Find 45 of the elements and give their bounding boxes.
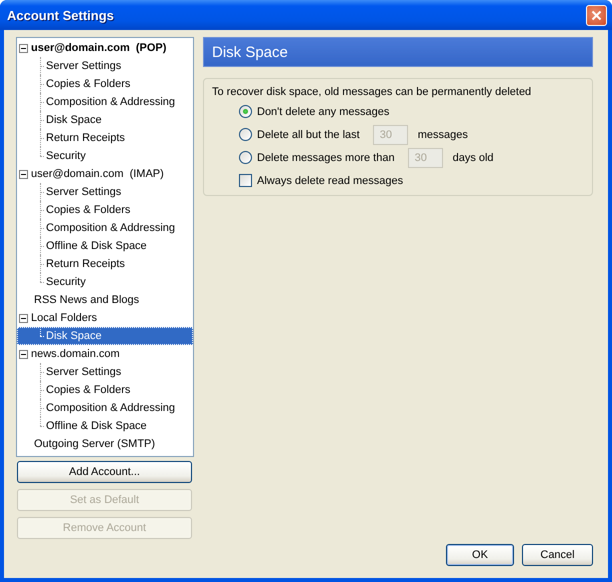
description-text: To recover disk space, old messages can be permanently deleted [212,85,532,100]
tree-item[interactable]: Security [17,273,193,291]
checkbox[interactable] [239,174,252,187]
tree-item[interactable]: Copies & Folders [17,75,193,93]
collapse-icon[interactable] [19,350,28,358]
tree-item[interactable]: Security [17,147,193,165]
tree-item[interactable]: Disk Space [17,111,193,129]
tree-item[interactable]: news.domain.com [17,345,193,363]
radio-button[interactable] [239,128,252,141]
option-label[interactable]: Always delete read messages [257,174,404,186]
close-icon [591,10,602,20]
tree-item[interactable]: Copies & Folders [17,381,193,399]
panel-header: Disk Space [203,37,593,67]
tree-item[interactable]: Server Settings [17,363,193,381]
tree-item[interactable]: Composition & Addressing [17,399,193,417]
unit-label: messages [418,128,468,140]
window-title: Account Settings [7,8,114,22]
radio-button[interactable] [239,105,252,118]
tree-item[interactable]: Local Folders [17,309,193,327]
unit-label: days old [452,152,494,164]
tree-item[interactable]: Server Settings [17,57,193,75]
tree-item[interactable]: user@domain.com (POP) [17,39,193,57]
tree-item[interactable]: Offline & Disk Space [17,417,193,435]
option-label[interactable]: Delete all but the last [257,128,360,140]
tree-item[interactable]: user@domain.com (IMAP) [17,165,193,183]
collapse-icon[interactable] [19,314,28,322]
cancel-button[interactable]: Cancel [522,544,593,566]
tree-item[interactable]: Return Receipts [17,255,193,273]
option-label[interactable]: Don't delete any messages [257,106,390,118]
tree-item[interactable]: Disk Space [17,327,193,345]
tree-item[interactable]: Composition & Addressing [17,219,193,237]
tree-item[interactable]: RSS News and Blogs [17,291,193,309]
tree-item[interactable]: Composition & Addressing [17,93,193,111]
tree-item[interactable]: Outgoing Server (SMTP) [17,435,193,453]
option-label[interactable]: Delete messages more than [257,152,395,164]
radio-button[interactable] [239,151,252,164]
tree-item[interactable]: Return Receipts [17,129,193,147]
account-button[interactable]: Add Account... [17,461,192,483]
ok-button[interactable]: OK [446,544,514,566]
tree-item[interactable]: Copies & Folders [17,201,193,219]
collapse-icon[interactable] [19,170,28,178]
close-button[interactable] [586,4,607,26]
tree-item[interactable]: Server Settings [17,183,193,201]
tree-item[interactable]: Offline & Disk Space [17,237,193,255]
collapse-icon[interactable] [19,44,28,52]
